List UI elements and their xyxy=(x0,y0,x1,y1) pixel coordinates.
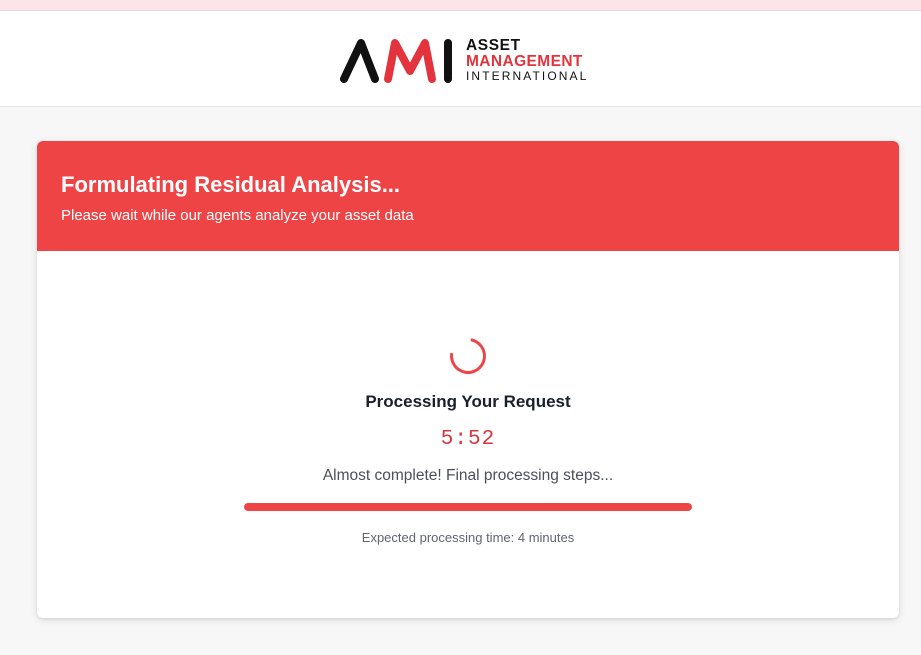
card-header: Formulating Residual Analysis... Please … xyxy=(37,141,899,251)
card-title: Formulating Residual Analysis... xyxy=(61,172,401,197)
expected-time-note: Expected processing time: 4 minutes xyxy=(361,530,575,545)
logo-line-management: MANAGEMENT xyxy=(466,52,583,70)
top-notification-strip xyxy=(0,0,921,11)
logo-line-international: INTERNATIONAL xyxy=(466,69,589,83)
processing-title: Processing Your Request xyxy=(365,392,571,411)
elapsed-timer: 5:52 xyxy=(440,428,496,451)
ami-logo: ASSET MANAGEMENT INTERNATIONAL xyxy=(340,35,588,85)
progress-bar xyxy=(244,503,692,511)
logo-line-asset: ASSET xyxy=(466,37,521,54)
progress-bar-fill xyxy=(244,503,692,511)
card-subtitle: Please wait while our agents analyze you… xyxy=(61,207,414,224)
card-body: Processing Your Request 5:52 Almost comp… xyxy=(37,251,899,618)
logo-wordmark: ASSET MANAGEMENT INTERNATIONAL xyxy=(466,38,588,82)
loading-spinner-icon xyxy=(442,330,494,382)
site-header: ASSET MANAGEMENT INTERNATIONAL xyxy=(0,11,921,107)
status-message: Almost complete! Final processing steps.… xyxy=(322,467,614,484)
ami-logo-mark xyxy=(340,39,452,83)
processing-card: Formulating Residual Analysis... Please … xyxy=(37,141,899,618)
